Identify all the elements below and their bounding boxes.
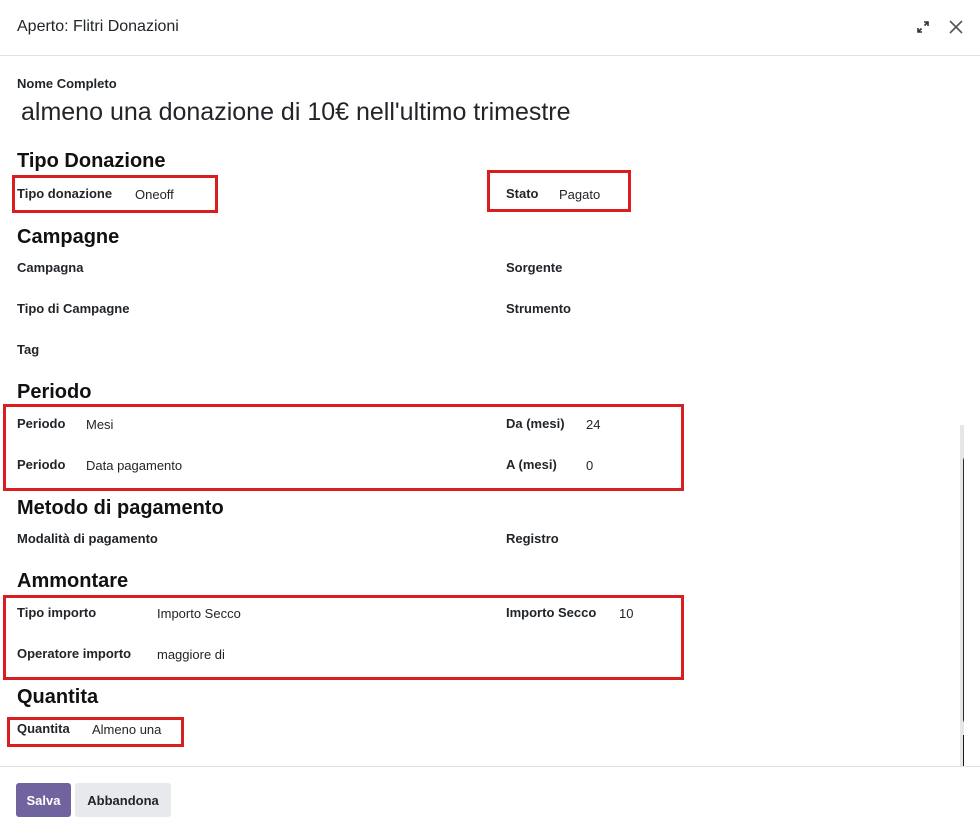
scrollbar-track[interactable]	[964, 56, 980, 766]
dialog-header: Aperto: Flitri Donazioni	[0, 0, 980, 56]
highlight-box-tipo-donazione	[12, 175, 218, 213]
expand-button[interactable]	[911, 15, 935, 39]
modalita-pagamento-label: Modalità di pagamento	[17, 531, 158, 546]
highlight-box-stato	[487, 170, 631, 212]
strumento-label: Strumento	[506, 301, 571, 316]
dialog-title: Aperto: Flitri Donazioni	[17, 18, 179, 35]
registro-label: Registro	[506, 531, 559, 546]
tag-label: Tag	[17, 342, 40, 357]
close-button[interactable]	[944, 15, 968, 39]
discard-button[interactable]: Abbandona	[75, 783, 171, 817]
tipo-campagne-label: Tipo di Campagne	[17, 301, 130, 316]
highlight-box-ammontare	[3, 595, 684, 680]
highlight-box-periodo	[3, 404, 684, 491]
name-label: Nome Completo	[17, 76, 117, 91]
dialog-footer: Salva Abbandona	[0, 766, 980, 826]
close-icon	[949, 20, 963, 34]
save-button[interactable]: Salva	[16, 783, 71, 817]
name-field[interactable]: almeno una donazione di 10€ nell'ultimo …	[21, 98, 571, 127]
section-tipo-donazione: Tipo Donazione	[17, 150, 166, 172]
sorgente-label: Sorgente	[506, 260, 563, 275]
section-campagne: Campagne	[17, 226, 120, 248]
section-periodo: Periodo	[17, 381, 92, 403]
section-ammontare: Ammontare	[17, 570, 129, 592]
campagna-label: Campagna	[17, 260, 84, 275]
section-metodo-pagamento: Metodo di pagamento	[17, 497, 224, 519]
section-quantita: Quantita	[17, 686, 99, 708]
expand-icon	[917, 21, 929, 33]
highlight-box-quantita	[7, 717, 184, 747]
